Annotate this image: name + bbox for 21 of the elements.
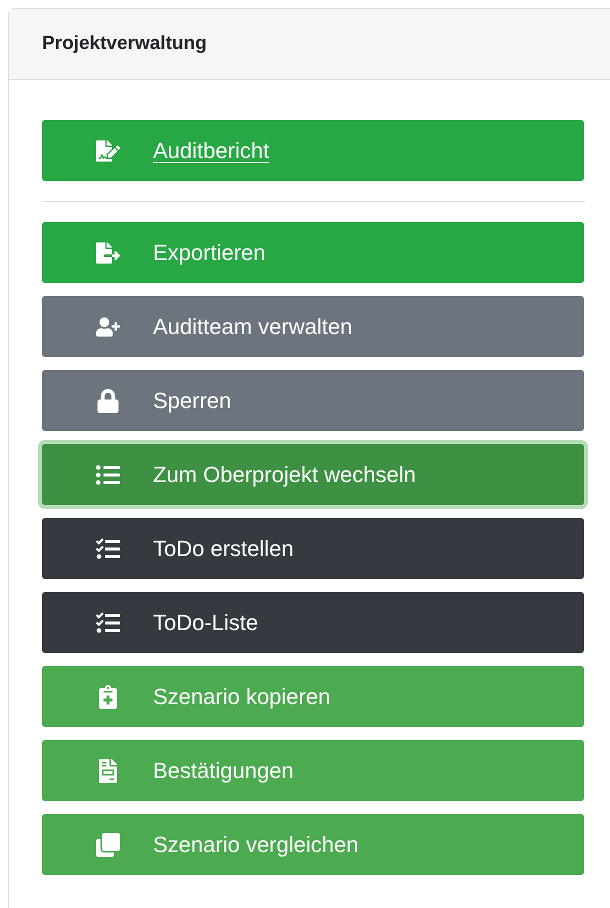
document-icon [96,758,120,782]
checklist-icon [96,610,120,634]
action-button[interactable]: ToDo erstellen [42,518,584,579]
lock-icon [96,388,120,412]
action-button[interactable]: Auditbericht [42,120,584,181]
list-icon [96,462,120,486]
action-button[interactable]: Szenario kopieren [42,666,584,727]
file-export-icon [96,240,120,264]
action-button[interactable]: Zum Oberprojekt wechseln [42,444,584,505]
copy-icon [96,832,120,856]
action-button[interactable]: Exportieren [42,222,584,283]
checklist-icon [96,536,120,560]
panel-title: Projektverwaltung [42,32,207,56]
action-button[interactable]: ToDo-Liste [42,592,584,653]
action-button[interactable]: Sperren [42,370,584,431]
add-user-icon [96,314,120,338]
action-button[interactable]: Auditteam verwalten [42,296,584,357]
signed-document-icon [96,138,120,162]
clipboard-plus-icon [96,684,120,708]
action-button[interactable]: Bestätigungen [42,740,584,801]
action-button[interactable]: Szenario vergleichen [42,814,584,875]
